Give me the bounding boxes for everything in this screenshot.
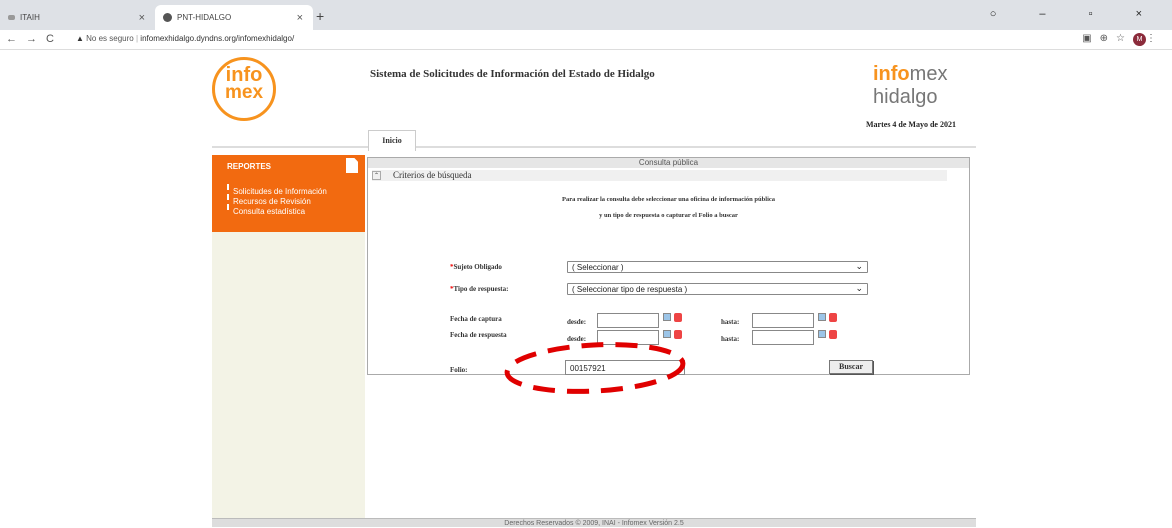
window-controls[interactable]: ○ – ▫ × bbox=[990, 8, 1162, 20]
sujeto-label: *Sujeto Obligado bbox=[450, 263, 502, 271]
captura-desde-input[interactable] bbox=[597, 313, 659, 328]
document-icon bbox=[346, 158, 358, 173]
new-tab-button[interactable]: + bbox=[316, 8, 324, 24]
sidebar-links: Solicitudes de Información Recursos de R… bbox=[212, 177, 365, 232]
fecha-respuesta-label: Fecha de respuesta bbox=[450, 331, 507, 339]
fecha-captura-label: Fecha de captura bbox=[450, 315, 502, 323]
calendar-icon[interactable] bbox=[663, 313, 671, 321]
sidebar-item-solicitudes[interactable]: Solicitudes de Información bbox=[212, 184, 365, 197]
sujeto-select[interactable]: ( Seleccionar ) ⌄ bbox=[567, 261, 868, 273]
security-label: No es seguro bbox=[86, 34, 134, 43]
tipo-label: *Tipo de respuesta: bbox=[450, 285, 509, 293]
toolbar-icons[interactable]: ▣⊕☆ M ⋮ bbox=[1082, 33, 1164, 46]
tab-title: ITAIH bbox=[20, 13, 40, 22]
tab-inicio[interactable]: Inicio bbox=[368, 130, 416, 151]
tab-pnt-hidalgo[interactable]: PNT-HIDALGO × bbox=[155, 5, 313, 30]
url-text: infomexhidalgo.dyndns.org/infomexhidalgo… bbox=[140, 34, 295, 43]
buscar-button[interactable]: Buscar bbox=[829, 360, 873, 374]
clear-date-icon[interactable] bbox=[674, 330, 682, 339]
instruction-line-2: y un tipo de respuesta o capturar el Fol… bbox=[599, 212, 738, 219]
tab-title: PNT-HIDALGO bbox=[177, 13, 232, 22]
globe-icon bbox=[163, 13, 172, 22]
close-icon[interactable]: × bbox=[139, 12, 145, 24]
sidebar-title: REPORTES bbox=[227, 162, 272, 171]
calendar-icon[interactable] bbox=[663, 330, 671, 338]
hasta-label: hasta: bbox=[721, 318, 740, 326]
annotation-ellipse bbox=[504, 342, 686, 394]
sidebar-header: REPORTES bbox=[212, 155, 365, 177]
infomex-logo: info mex bbox=[212, 57, 276, 121]
respuesta-hasta-input[interactable] bbox=[752, 330, 814, 345]
sidebar-item-recursos[interactable]: Recursos de Revisión bbox=[212, 194, 365, 207]
criteria-header: ⌃ Criterios de búsqueda bbox=[372, 170, 947, 181]
browser-tab-bar: ITAIH × PNT-HIDALGO × + ○ – ▫ × bbox=[0, 0, 1172, 30]
calendar-icon[interactable] bbox=[818, 330, 826, 338]
sidebar-item-estadistica[interactable]: Consulta estadística bbox=[212, 204, 365, 217]
desde-label: desde: bbox=[567, 318, 587, 326]
folio-label: Folio: bbox=[450, 366, 468, 374]
header-band bbox=[212, 128, 976, 148]
chevron-down-icon: ⌄ bbox=[855, 283, 863, 293]
clear-date-icon[interactable] bbox=[829, 330, 837, 339]
instruction-line-1: Para realizar la consulta debe seleccion… bbox=[561, 196, 776, 203]
calendar-icon[interactable] bbox=[818, 313, 826, 321]
infomex-hidalgo-logo: infomex hidalgo bbox=[873, 63, 948, 108]
collapse-icon[interactable]: ⌃ bbox=[372, 171, 381, 181]
criteria-title: Criterios de búsqueda bbox=[393, 170, 472, 180]
tipo-select[interactable]: ( Seleccionar tipo de respuesta ) ⌄ bbox=[567, 283, 868, 295]
key-icon bbox=[8, 15, 15, 20]
avatar[interactable]: M bbox=[1133, 33, 1146, 46]
current-date: Martes 4 de Mayo de 2021 bbox=[866, 120, 956, 129]
url-field[interactable]: ▲ No es seguro | infomexhidalgo.dyndns.o… bbox=[76, 34, 294, 43]
warning-icon: ▲ bbox=[76, 34, 84, 43]
hasta-label: hasta: bbox=[721, 335, 740, 343]
page-title: Sistema de Solicitudes de Información de… bbox=[370, 68, 655, 80]
address-bar: ←→C ▲ No es seguro | infomexhidalgo.dynd… bbox=[0, 30, 1172, 50]
chevron-down-icon: ⌄ bbox=[855, 261, 863, 271]
tab-itaih[interactable]: ITAIH × bbox=[0, 5, 155, 30]
clear-date-icon[interactable] bbox=[829, 313, 837, 322]
panel-header: Consulta pública bbox=[368, 158, 969, 168]
close-icon[interactable]: × bbox=[297, 12, 303, 24]
captura-hasta-input[interactable] bbox=[752, 313, 814, 328]
nav-buttons[interactable]: ←→C bbox=[6, 33, 63, 45]
clear-date-icon[interactable] bbox=[674, 313, 682, 322]
footer: Derechos Reservados © 2009, INAI - Infom… bbox=[212, 518, 976, 527]
